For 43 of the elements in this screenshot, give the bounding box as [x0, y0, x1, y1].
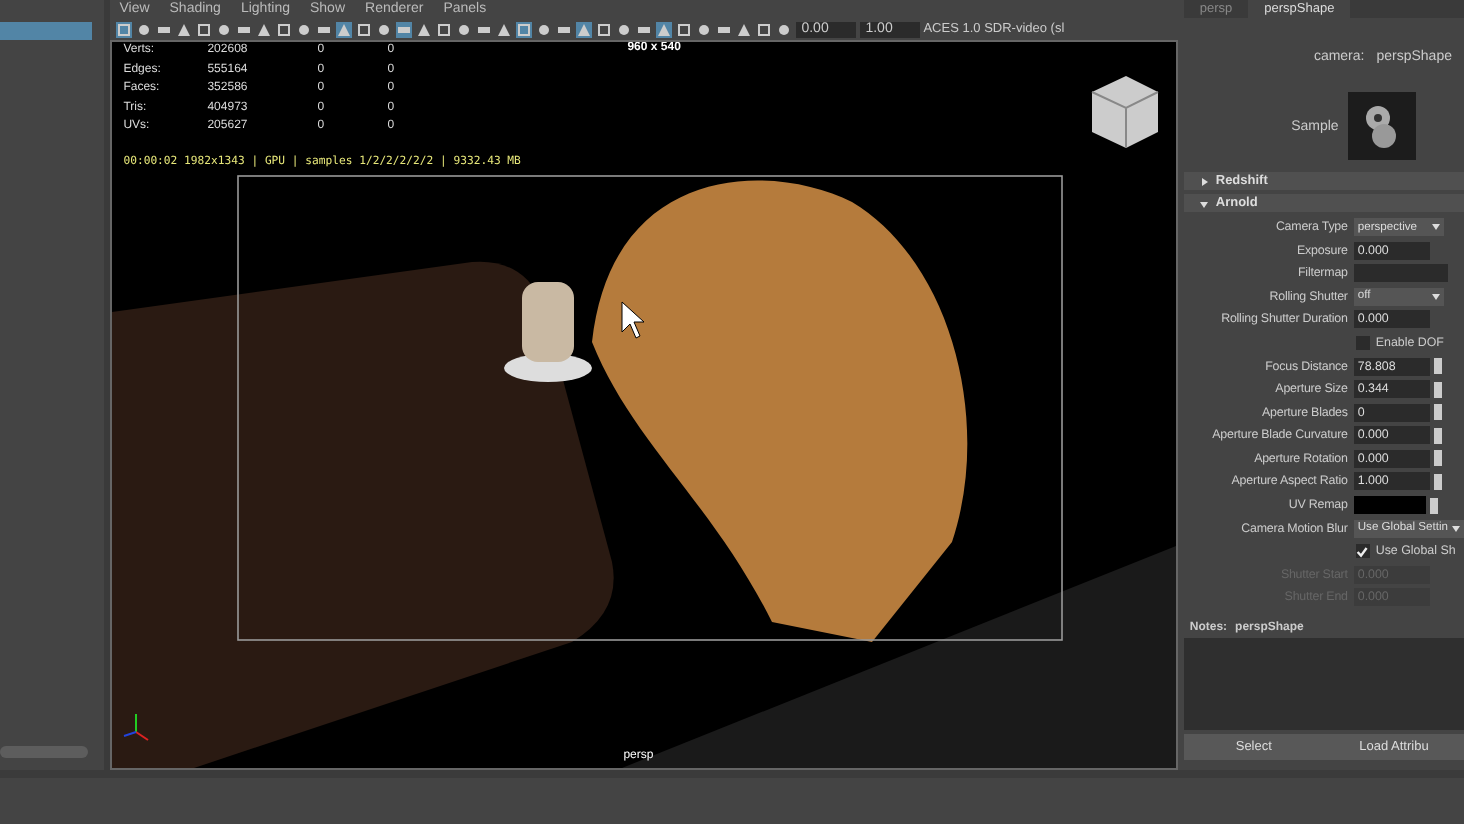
toolbar-icon[interactable] [215, 21, 232, 37]
toolbar-icon[interactable] [675, 21, 692, 37]
caret-icon [1431, 224, 1440, 231]
toolbar-icon[interactable] [435, 21, 452, 37]
toolbar-icon[interactable] [715, 21, 732, 37]
toolbar-icon[interactable] [695, 21, 712, 37]
caret-icon [1199, 199, 1208, 207]
view-cube-icon [1090, 76, 1159, 149]
checkbox[interactable] [1355, 335, 1370, 350]
toolbar-icon[interactable] [555, 21, 572, 37]
toolbar-icon[interactable] [755, 21, 772, 37]
toolbar-icon[interactable] [615, 21, 632, 37]
toolbar-icon[interactable] [315, 21, 332, 37]
toolbar-icon[interactable] [775, 21, 792, 37]
attribute-field[interactable] [1353, 264, 1448, 283]
toolbar-icon[interactable] [595, 21, 612, 37]
toolbar-icon[interactable] [235, 21, 252, 37]
toolbar-icon[interactable] [635, 21, 652, 37]
scrollbar[interactable] [0, 746, 88, 758]
axis-icon [122, 713, 149, 741]
toolbar-icon[interactable] [395, 21, 412, 37]
caret-icon [1431, 293, 1440, 300]
toolbar-icon[interactable] [335, 21, 352, 37]
toolbar-icon[interactable] [515, 21, 532, 37]
toolbar-icon[interactable] [135, 21, 152, 37]
camera-swatch-icon [1348, 92, 1417, 160]
toolbar-icon[interactable] [455, 21, 472, 37]
toolbar-icon[interactable] [475, 21, 492, 37]
toolbar-icon[interactable] [355, 21, 372, 37]
toolbar-icon[interactable] [375, 21, 392, 37]
color-swatch[interactable] [1353, 496, 1426, 515]
toolbar-icon[interactable] [575, 21, 592, 37]
toolbar-icon[interactable] [295, 21, 312, 37]
toolbar-icon[interactable] [155, 21, 172, 37]
caret-icon [1199, 177, 1208, 185]
cursor-icon [620, 301, 644, 339]
checkbox[interactable] [1355, 544, 1370, 559]
toolbar-icon[interactable] [655, 21, 672, 37]
toolbar-icon[interactable] [195, 21, 212, 37]
toolbar-icon[interactable] [535, 21, 552, 37]
toolbar-icon[interactable] [115, 21, 132, 37]
toolbar-icon[interactable] [275, 21, 292, 37]
caret-icon [1452, 525, 1460, 532]
